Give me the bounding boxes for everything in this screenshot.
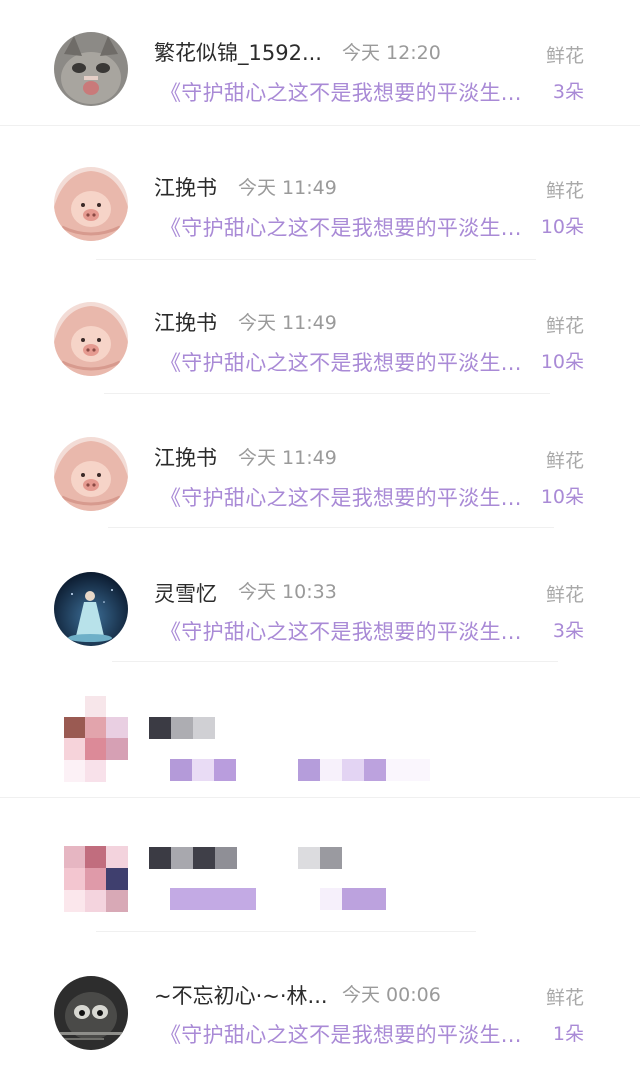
book-title[interactable]: 《守护甜心之这不是我想要的平淡生...: [160, 212, 522, 242]
timestamp: 今天 00:06: [342, 984, 441, 1006]
gift-count: 10朵: [540, 351, 584, 373]
timestamp: 今天 11:49: [238, 177, 337, 199]
timestamp: 今天 11:49: [238, 312, 337, 334]
list-item[interactable]: 江挽书 今天 11:49 鲜花 《守护甜心之这不是我想要的平淡生... 10朵: [0, 268, 640, 402]
avatar[interactable]: [54, 302, 128, 376]
timestamp: 今天 12:20: [342, 42, 441, 64]
book-title[interactable]: 《守护甜心之这不是我想要的平淡生...: [160, 77, 522, 107]
pixelated-book-title: [170, 888, 386, 910]
book-title[interactable]: 《守护甜心之这不是我想要的平淡生...: [160, 1019, 522, 1049]
username[interactable]: 江挽书: [154, 172, 217, 202]
avatar[interactable]: [54, 572, 128, 646]
username[interactable]: 江挽书: [154, 307, 217, 337]
gift-type-label: 鲜花: [545, 315, 584, 337]
gift-count: 3朵: [552, 81, 584, 103]
pixelated-time: [298, 847, 342, 869]
avatar[interactable]: [54, 32, 128, 106]
book-title[interactable]: 《守护甜心之这不是我想要的平淡生...: [160, 482, 522, 512]
pixelated-avatar: [64, 846, 128, 912]
divider: [96, 259, 536, 260]
pixelated-avatar: [64, 696, 128, 782]
username[interactable]: 江挽书: [154, 442, 217, 472]
avatar[interactable]: [54, 976, 128, 1050]
divider: [108, 527, 554, 528]
gift-type-label: 鲜花: [545, 450, 584, 472]
list-item[interactable]: ~不忘初心·~·林... 今天 00:06 鲜花 《守护甜心之这不是我想要的平淡…: [0, 938, 640, 1072]
list-item[interactable]: 繁花似锦_1592... 今天 12:20 鲜花 《守护甜心之这不是我想要的平淡…: [0, 0, 640, 134]
avatar[interactable]: [54, 437, 128, 511]
book-title[interactable]: 《守护甜心之这不是我想要的平淡生...: [160, 616, 522, 646]
gift-count: 1朵: [552, 1023, 584, 1045]
gift-type-label: 鲜花: [545, 987, 584, 1009]
book-title[interactable]: 《守护甜心之这不是我想要的平淡生...: [160, 347, 522, 377]
gift-count: 10朵: [540, 216, 584, 238]
username[interactable]: 繁花似锦_1592...: [154, 37, 322, 67]
username[interactable]: 灵雪忆: [154, 578, 217, 608]
avatar[interactable]: [54, 167, 128, 241]
gift-type-label: 鲜花: [545, 180, 584, 202]
pixelated-book-title: [170, 759, 450, 781]
list-item[interactable]: 灵雪忆 今天 10:33 鲜花 《守护甜心之这不是我想要的平淡生... 3朵: [0, 536, 640, 670]
divider: [0, 797, 640, 798]
username[interactable]: ~不忘初心·~·林...: [154, 980, 328, 1010]
timestamp: 今天 10:33: [238, 581, 337, 603]
divider: [96, 931, 476, 932]
list-item[interactable]: 江挽书 今天 11:49 鲜花 《守护甜心之这不是我想要的平淡生... 10朵: [0, 402, 640, 536]
pixelated-username: [149, 847, 237, 869]
list-item[interactable]: [0, 804, 640, 938]
gift-type-label: 鲜花: [545, 45, 584, 67]
pixelated-username: [149, 717, 215, 739]
gift-count: 3朵: [552, 620, 584, 642]
divider: [0, 125, 640, 126]
timestamp: 今天 11:49: [238, 447, 337, 469]
gift-count: 10朵: [540, 486, 584, 508]
list-item[interactable]: [0, 670, 640, 804]
divider: [104, 393, 550, 394]
divider: [112, 661, 558, 662]
gift-type-label: 鲜花: [545, 584, 584, 606]
list-item[interactable]: 江挽书 今天 11:49 鲜花 《守护甜心之这不是我想要的平淡生... 10朵: [0, 134, 640, 268]
flower-gift-list: 繁花似锦_1592... 今天 12:20 鲜花 《守护甜心之这不是我想要的平淡…: [0, 0, 640, 1068]
